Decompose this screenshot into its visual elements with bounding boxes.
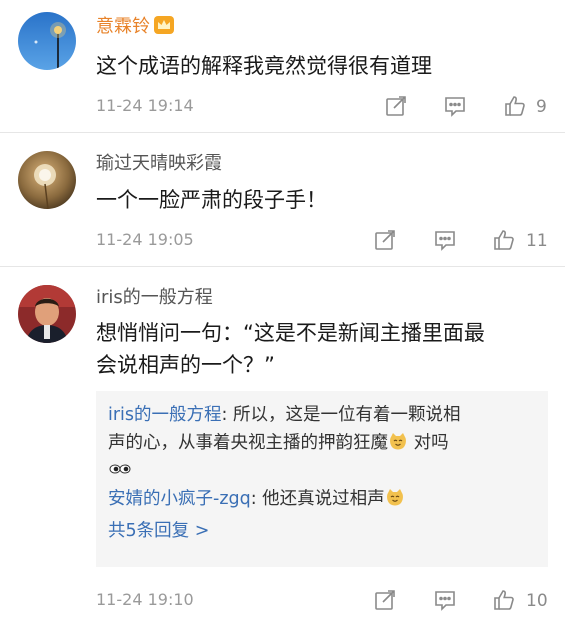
like-count: 11 (526, 231, 548, 251)
thumbs-up-icon[interactable] (492, 588, 516, 612)
comment-item: iris的一般方程 想悄悄问一句：“这是不是新闻主播里面最 会说相声的一个？” … (0, 267, 565, 624)
repost-icon[interactable] (373, 588, 397, 612)
reply-text: 声的心，从事着央视主播的押韵狂魔 (108, 433, 388, 453)
avatar[interactable] (18, 151, 76, 209)
comment-text: 这个成语的解释我竟然觉得很有道理 (96, 54, 432, 78)
repost-icon[interactable] (373, 228, 397, 252)
reply-box: iris的一般方程: 所以，这是一位有着一颗说相 声的心，从事着央视主播的押韵狂… (96, 391, 548, 567)
comment-text-line: 想悄悄问一句：“这是不是新闻主播里面最 (96, 321, 485, 345)
like-count: 9 (536, 97, 547, 117)
username[interactable]: 意霖铃 (96, 16, 174, 38)
repost-icon[interactable] (384, 94, 408, 118)
more-replies-link[interactable]: 共5条回复 > (96, 513, 548, 545)
reply-item: iris的一般方程: 所以，这是一位有着一颗说相 声的心，从事着央视主播的押韵狂… (96, 391, 548, 479)
comment-icon[interactable] (443, 94, 467, 118)
reply-text: : 他还真说过相声 (250, 489, 385, 509)
eyes-emoji-icon (108, 459, 131, 479)
username[interactable]: 瑜过天晴映彩霞 (96, 153, 222, 175)
thumbs-up-icon[interactable] (492, 228, 516, 252)
comment-time: 11-24 19:05 (96, 230, 194, 249)
username-text[interactable]: 意霖铃 (96, 16, 150, 37)
comment-text-line: 会说相声的一个？” (96, 353, 275, 377)
comment-time: 11-24 19:14 (96, 96, 194, 115)
avatar[interactable] (18, 12, 76, 70)
reply-username[interactable]: iris的一般方程 (108, 405, 222, 425)
reply-text: 对吗 (408, 433, 449, 453)
reply-item: 安婧的小疯子-zgq: 他还真说过相声 (96, 479, 548, 513)
reply-text: : 所以，这是一位有着一颗说相 (221, 405, 461, 425)
comment-text: 一个一脸严肃的段子手！ (96, 188, 327, 212)
crown-icon (154, 16, 174, 34)
comment-icon[interactable] (433, 588, 457, 612)
like-count: 10 (526, 591, 548, 611)
reply-username[interactable]: 安婧的小疯子-zgq (108, 489, 251, 509)
comment-icon[interactable] (433, 228, 457, 252)
cat-emoji-icon (388, 431, 408, 451)
comment-item: 意霖铃 这个成语的解释我竟然觉得很有道理 11-24 19:14 9 (0, 0, 565, 133)
comment-text: 想悄悄问一句：“这是不是新闻主播里面最 会说相声的一个？” (96, 317, 547, 381)
comment-item: 瑜过天晴映彩霞 一个一脸严肃的段子手！ 11-24 19:05 11 (0, 133, 565, 267)
cat-emoji-icon (385, 487, 405, 507)
thumbs-up-icon[interactable] (503, 94, 527, 118)
username[interactable]: iris的一般方程 (96, 287, 213, 309)
avatar[interactable] (18, 285, 76, 343)
comment-time: 11-24 19:10 (96, 590, 194, 609)
